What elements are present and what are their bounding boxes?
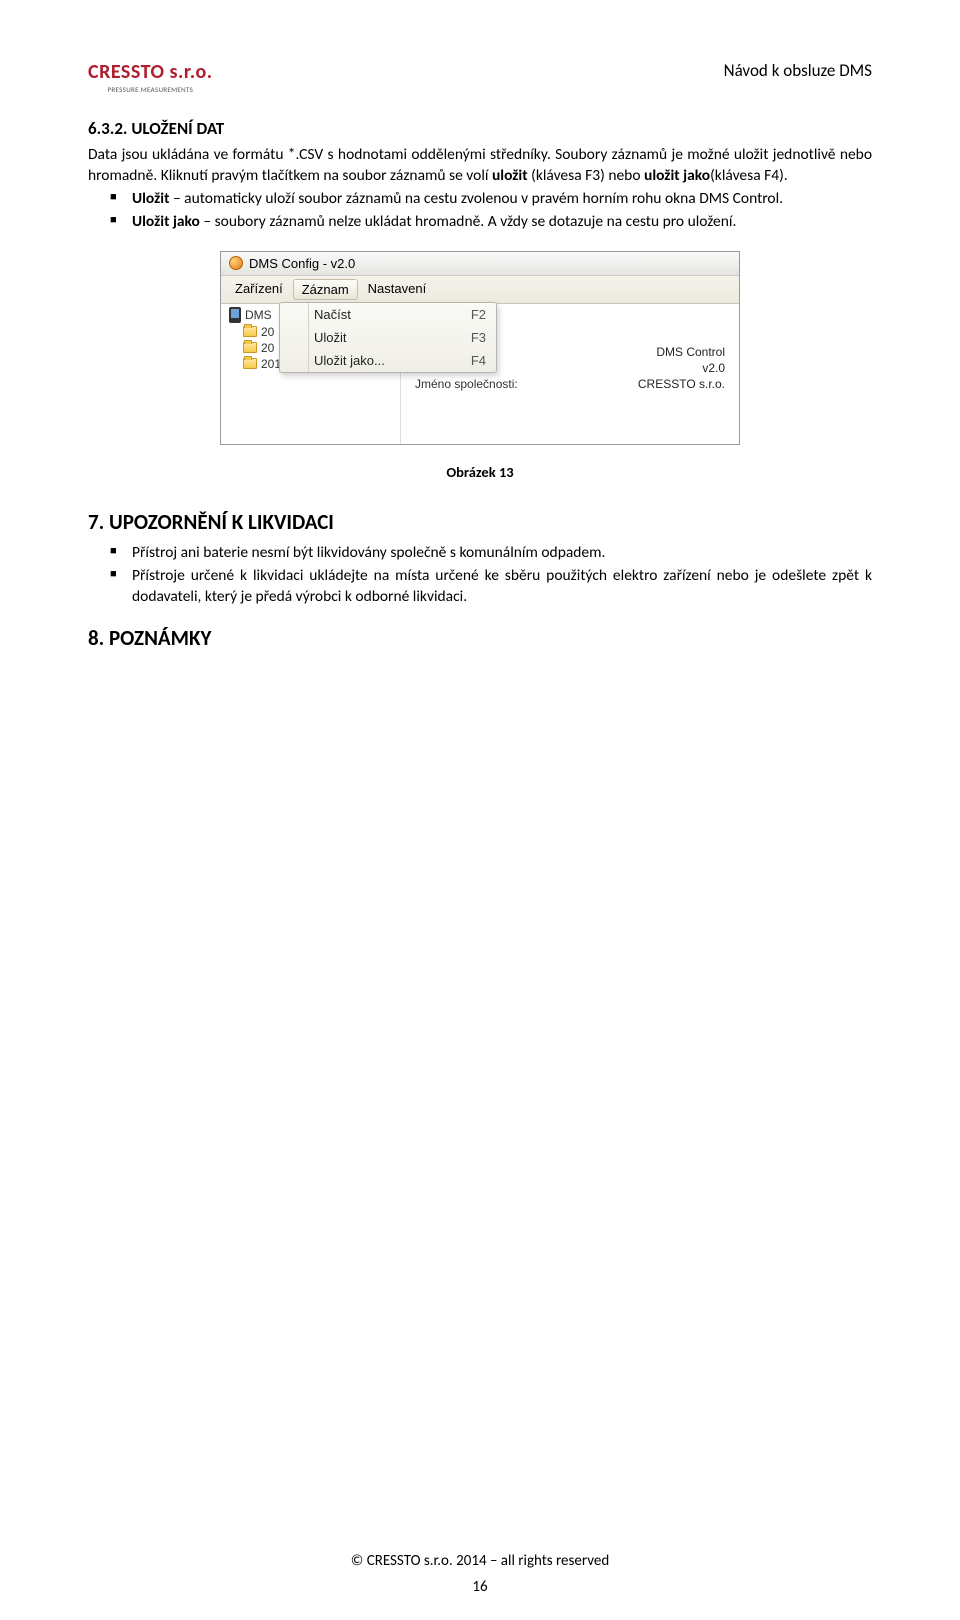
text-bold: Uložit <box>132 189 169 208</box>
text: Přístroje určené k likvidaci ukládejte n… <box>132 566 872 606</box>
paragraph-save-intro: Data jsou ukládána ve formátu *.CSV s ho… <box>88 145 872 187</box>
menu-item-label: Načíst <box>314 307 351 322</box>
menu-item-label: Uložit <box>314 330 347 345</box>
menu-item-save[interactable]: Uložit F3 <box>280 326 496 349</box>
kv-value: v2.0 <box>702 361 725 375</box>
menubar: Zařízení Záznam Nastavení <box>221 276 739 304</box>
menu-nastaveni[interactable]: Nastavení <box>360 279 435 300</box>
kv-value: DMS Control <box>656 345 725 359</box>
logo-subtext: PRESSURE MEASUREMENTS <box>108 85 194 94</box>
menu-shortcut: F3 <box>471 330 486 345</box>
context-menu: Načíst F2 Uložit F3 Uložit jako... F4 <box>279 302 497 373</box>
embedded-screenshot-wrap: DMS Config - v2.0 Zařízení Záznam Nastav… <box>88 251 872 445</box>
app-window: DMS Config - v2.0 Zařízení Záznam Nastav… <box>220 251 740 445</box>
list-item: Uložit jako – soubory záznamů nelze uklá… <box>88 212 872 233</box>
menu-zarizeni[interactable]: Zařízení <box>227 279 291 300</box>
tree-label: 20 <box>261 325 274 339</box>
bullet-list-disposal: Přístroj ani baterie nesmí být likvidová… <box>88 543 872 608</box>
section-heading-8: 8. POZNÁMKY <box>88 625 872 651</box>
page-number: 16 <box>0 1578 960 1596</box>
section-heading-7: 7. UPOZORNĚNÍ K LIKVIDACI <box>88 509 872 535</box>
page-header: CRESSTO s.r.o. PRESSURE MEASUREMENTS Náv… <box>88 60 872 94</box>
text-bold: Uložit jako <box>132 212 200 231</box>
text: (klávesa F3) nebo <box>528 166 644 185</box>
menu-item-label: Uložit jako... <box>314 353 385 368</box>
tree-pane: DMS 20 20 2014-01-01 00:00:14 <box>221 304 401 444</box>
figure-caption: Obrázek 13 <box>88 463 872 481</box>
menu-shortcut: F2 <box>471 307 486 322</box>
document-title: Návod k obsluze DMS <box>724 60 872 81</box>
window-titlebar[interactable]: DMS Config - v2.0 <box>221 252 739 276</box>
page-footer: © CRESSTO s.r.o. 2014 – all rights reser… <box>0 1552 960 1570</box>
folder-icon <box>243 342 257 353</box>
menu-zaznam[interactable]: Záznam <box>293 279 358 300</box>
text: – automaticky uloží soubor záznamů na ce… <box>169 189 783 208</box>
list-item: Přístroj ani baterie nesmí být likvidová… <box>88 543 872 564</box>
kv-row: Jméno společnosti: CRESSTO s.r.o. <box>415 376 725 392</box>
folder-icon <box>243 358 257 369</box>
company-logo: CRESSTO s.r.o. PRESSURE MEASUREMENTS <box>88 60 213 94</box>
list-item: Uložit – automaticky uloží soubor záznam… <box>88 189 872 210</box>
bullet-list-save: Uložit – automaticky uloží soubor záznam… <box>88 189 872 233</box>
device-icon <box>229 307 241 323</box>
tree-label: DMS <box>245 308 272 322</box>
list-item: Přístroje určené k likvidaci ukládejte n… <box>88 566 872 608</box>
orb-icon <box>229 256 243 270</box>
text: (klávesa F4). <box>710 166 788 185</box>
tree-label: 20 <box>261 341 274 355</box>
kv-key: Jméno společnosti: <box>415 377 518 391</box>
window-title: DMS Config - v2.0 <box>249 256 355 271</box>
folder-icon <box>243 326 257 337</box>
section-heading-632: 6.3.2. ULOŽENÍ DAT <box>88 118 872 139</box>
text-bold: uložit <box>492 166 528 185</box>
document-page: CRESSTO s.r.o. PRESSURE MEASUREMENTS Náv… <box>0 0 960 1620</box>
menu-item-load[interactable]: Načíst F2 <box>280 303 496 326</box>
app-body: DMS 20 20 2014-01-01 00:00:14 <box>221 304 739 444</box>
text: – soubory záznamů nelze ukládat hromadně… <box>200 212 737 231</box>
menu-shortcut: F4 <box>471 353 486 368</box>
menu-item-save-as[interactable]: Uložit jako... F4 <box>280 349 496 372</box>
text-bold: uložit jako <box>644 166 710 185</box>
text: Přístroj ani baterie nesmí být likvidová… <box>132 543 605 562</box>
logo-text: CRESSTO s.r.o. <box>88 60 213 84</box>
kv-value: CRESSTO s.r.o. <box>638 377 725 391</box>
